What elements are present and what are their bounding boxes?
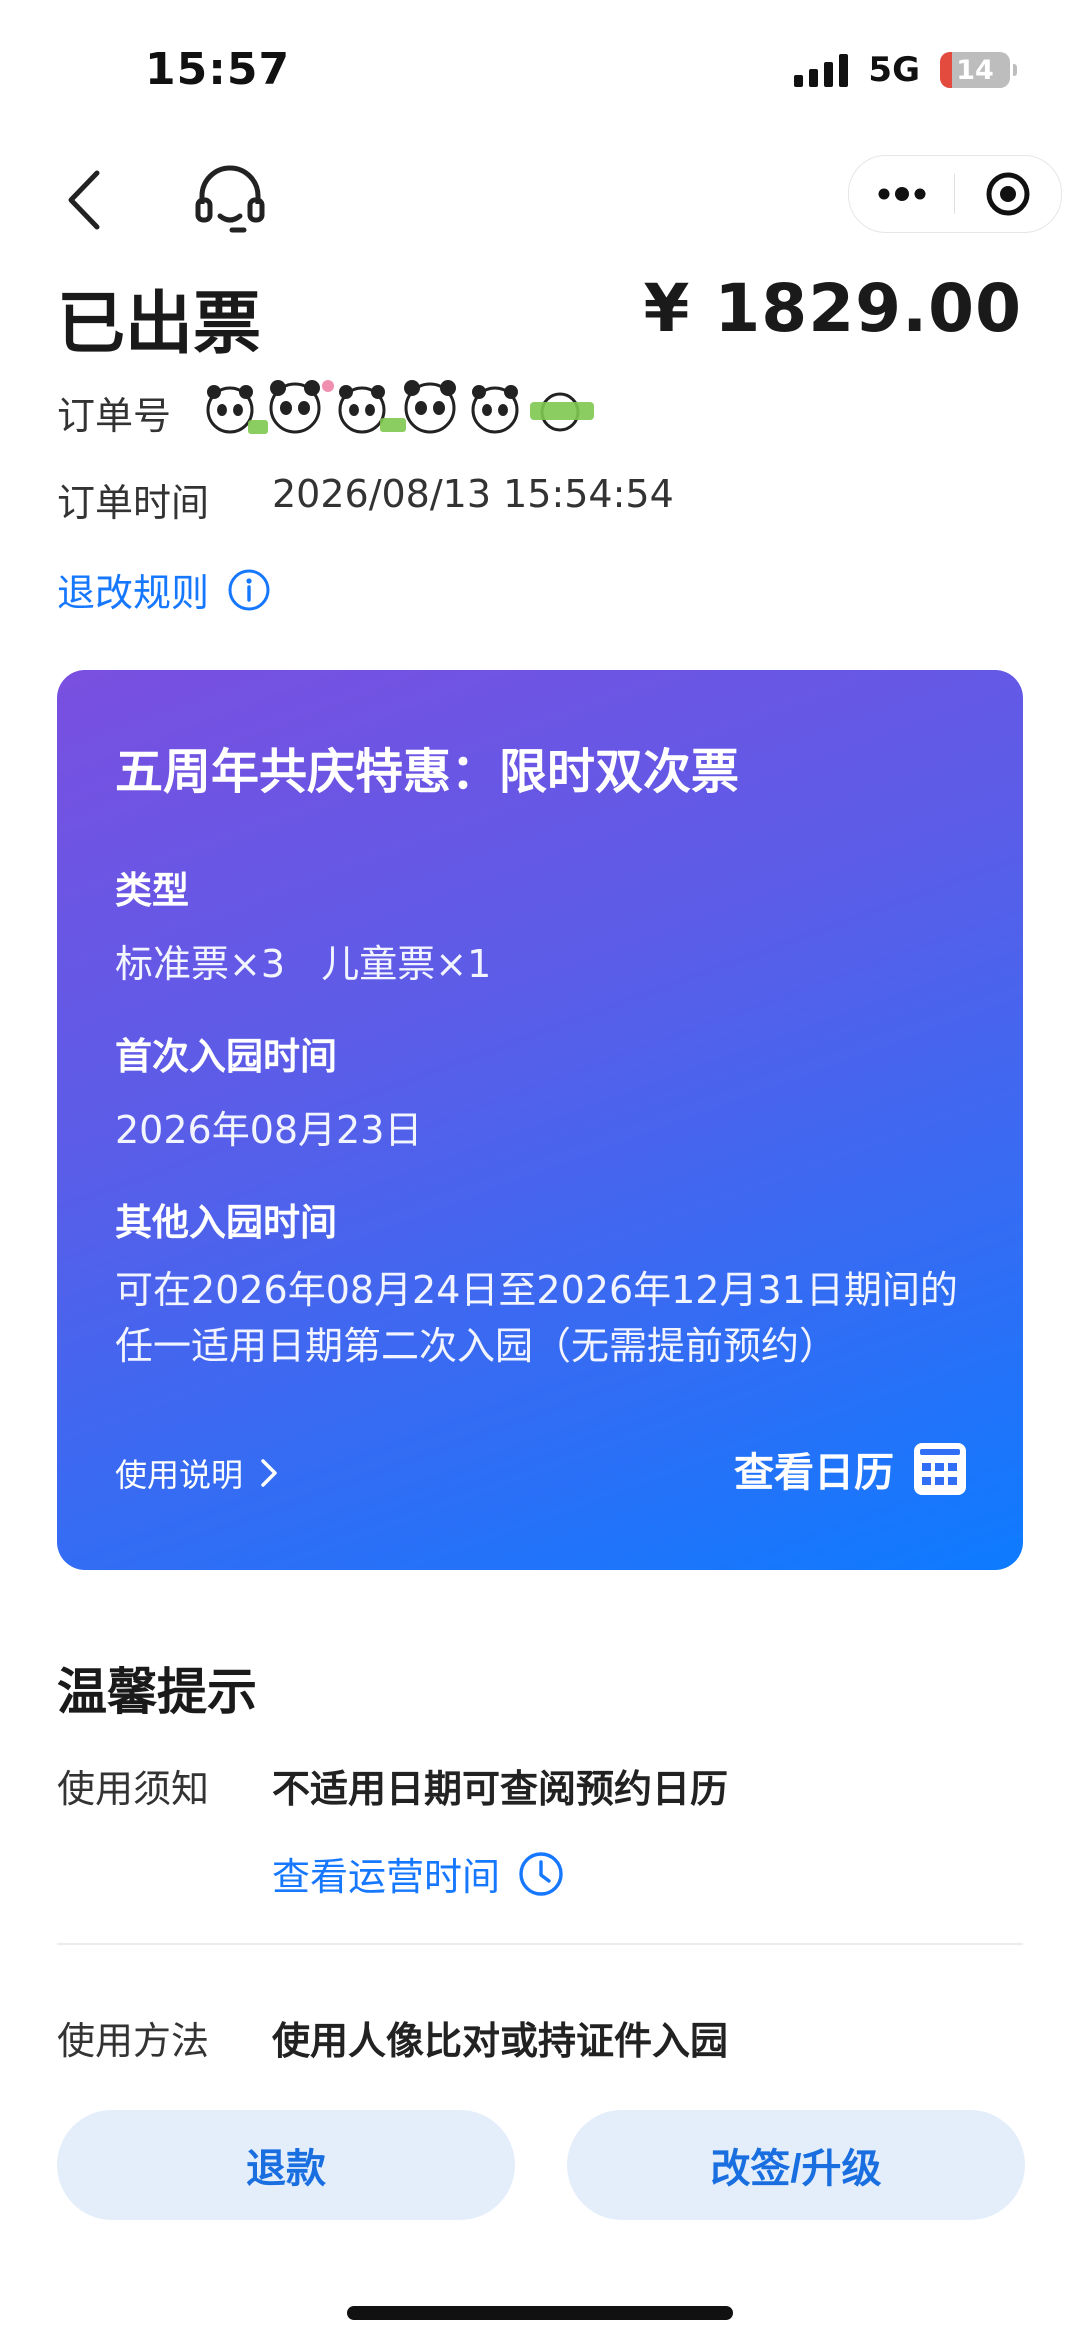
- more-dots-icon: [878, 187, 925, 201]
- other-entry-value: 可在2026年08月24日至2026年12月31日期间的任一适用日期第二次入园（…: [115, 1268, 958, 1368]
- back-button[interactable]: [55, 165, 115, 235]
- tips-title: 温馨提示: [57, 1663, 257, 1721]
- close-mini-program-button[interactable]: [955, 171, 1061, 217]
- order-number-label: 订单号: [57, 394, 172, 438]
- order-status: 已出票: [57, 285, 262, 364]
- target-icon: [986, 172, 1030, 216]
- view-calendar-link[interactable]: 查看日历: [734, 1440, 968, 1498]
- headset-icon: [195, 165, 265, 233]
- ticket-title: 五周年共庆特惠：限时双次票: [115, 744, 740, 800]
- home-indicator[interactable]: [347, 2306, 733, 2320]
- notice-value: 不适用日期可查阅预约日历: [272, 1767, 729, 1811]
- ticket-card: 五周年共庆特惠：限时双次票 类型 标准票×3 儿童票×1 首次入园时间 2026…: [57, 670, 1023, 1570]
- network-type: 5G: [868, 50, 920, 90]
- signal-icon: [794, 53, 849, 87]
- panda-sticker-image: [200, 372, 600, 442]
- status-time: 15:57: [145, 44, 291, 95]
- usage-instructions-link[interactable]: 使用说明: [115, 1450, 279, 1496]
- notice-label: 使用须知: [57, 1767, 210, 1811]
- ticket-type-label: 类型: [115, 869, 189, 912]
- method-value: 使用人像比对或持证件入园: [272, 2019, 729, 2063]
- method-label: 使用方法: [57, 2019, 210, 2063]
- info-icon: [228, 569, 270, 610]
- more-button[interactable]: [849, 187, 954, 201]
- refund-rules-link[interactable]: 退改规则: [57, 562, 271, 617]
- clock-icon: [519, 1851, 563, 1896]
- order-time-value: 2026/08/13 15:54:54: [272, 472, 674, 516]
- operating-time-link[interactable]: 查看运营时间: [272, 1846, 564, 1901]
- battery-icon: 14: [940, 52, 1017, 88]
- refund-rules-label: 退改规则: [57, 571, 210, 615]
- refund-button[interactable]: 退款: [57, 2110, 515, 2220]
- first-entry-value: 2026年08月23日: [115, 1108, 423, 1152]
- divider: [57, 1943, 1023, 1945]
- usage-instructions-label: 使用说明: [115, 1456, 244, 1494]
- other-entry-label: 其他入园时间: [115, 1201, 337, 1244]
- order-time-label: 订单时间: [57, 481, 210, 525]
- customer-service-button[interactable]: [190, 160, 270, 240]
- first-entry-label: 首次入园时间: [115, 1035, 337, 1078]
- status-indicators: 5G 14: [794, 50, 1017, 90]
- order-price: ¥ 1829.00: [643, 270, 1022, 347]
- calendar-icon: [914, 1443, 966, 1495]
- ticket-type-value: 标准票×3 儿童票×1: [115, 942, 492, 986]
- mini-program-capsule: [848, 155, 1062, 233]
- battery-level: 14: [956, 54, 994, 86]
- operating-time-label: 查看运营时间: [272, 1855, 501, 1899]
- view-calendar-label: 查看日历: [734, 1450, 894, 1496]
- change-upgrade-button[interactable]: 改签/升级: [567, 2110, 1025, 2220]
- chevron-right-icon: [261, 1459, 277, 1487]
- chevron-left-icon: [68, 170, 100, 230]
